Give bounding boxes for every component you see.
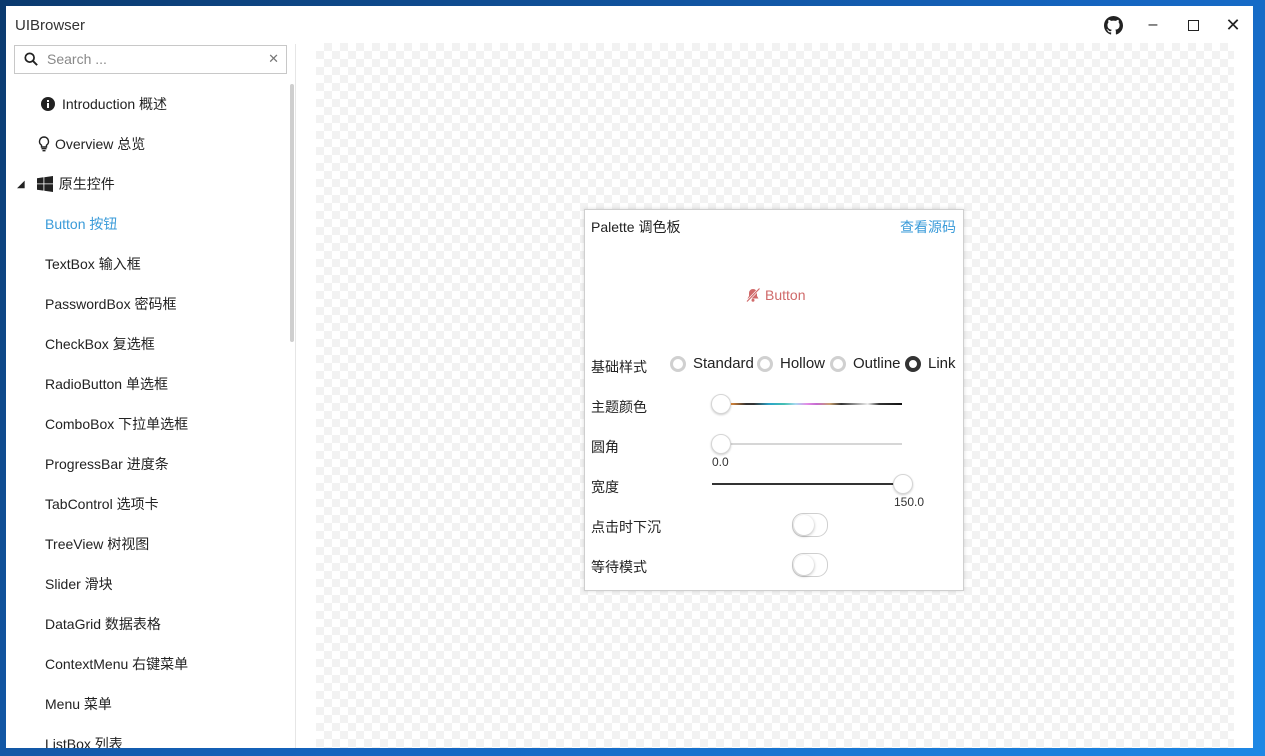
sidebar-item[interactable]: ComboBox 下拉单选框: [6, 404, 325, 444]
slider-track: [712, 403, 902, 405]
bell-off-icon: [746, 287, 761, 303]
style-standard-radio[interactable]: Standard: [670, 355, 754, 372]
info-icon: [40, 97, 56, 111]
preview-button[interactable]: Button: [745, 287, 805, 303]
corner-label: 圆角: [591, 439, 619, 455]
sidebar-item[interactable]: PasswordBox 密码框: [6, 284, 325, 324]
github-icon: [1103, 15, 1123, 35]
sidebar-item-label: ContextMenu 右键菜单: [45, 656, 189, 672]
width-label: 宽度: [591, 479, 619, 495]
style-link-radio[interactable]: Link: [905, 355, 956, 372]
sidebar-item-label: RadioButton 单选框: [45, 376, 168, 392]
sidebar-item[interactable]: TreeView 树视图: [6, 524, 325, 564]
maximize-button[interactable]: [1173, 6, 1213, 44]
sidebar-group-label: 原生控件: [58, 176, 115, 192]
sidebar-item-label: Overview 总览: [55, 136, 146, 152]
sidebar-item-label: DataGrid 数据表格: [45, 616, 161, 632]
sidebar-item-label: ProgressBar 进度条: [45, 456, 169, 472]
sidebar-item-label: Button 按钮: [45, 216, 118, 232]
preview-button-label: Button: [765, 287, 806, 303]
minimize-button[interactable]: –: [1133, 6, 1173, 44]
preview-area: Palette 调色板 查看源码 Button 基础样式 Standard Ho…: [316, 43, 1234, 748]
search-icon: [24, 52, 38, 66]
sidebar-item-label: TreeView 树视图: [45, 536, 150, 552]
sidebar-item-label: Introduction 概述: [62, 96, 168, 112]
sidebar-item[interactable]: Slider 滑块: [6, 564, 325, 604]
radio-label: Standard: [693, 355, 754, 372]
style-outline-radio[interactable]: Outline: [830, 355, 901, 372]
close-button[interactable]: ✕: [1213, 6, 1253, 44]
clear-search-icon[interactable]: ✕: [268, 51, 279, 67]
slider-thumb[interactable]: [711, 434, 731, 454]
sidebar-item-label: PasswordBox 密码框: [45, 296, 177, 312]
windows-icon: [36, 176, 53, 192]
sidebar-item-label: Menu 菜单: [45, 696, 112, 712]
sidebar-item[interactable]: Menu 菜单: [6, 684, 325, 724]
sidebar-item-label: TabControl 选项卡: [45, 496, 159, 512]
theme-color-label: 主题颜色: [591, 399, 647, 415]
lightbulb-icon: [36, 136, 52, 152]
slider-thumb[interactable]: [893, 474, 913, 494]
radio-label: Link: [928, 355, 956, 372]
toggle-knob: [794, 515, 814, 535]
sink-toggle[interactable]: [792, 513, 828, 537]
wait-mode-label: 等待模式: [591, 559, 647, 575]
title-bar: UIBrowser – ✕: [6, 6, 1253, 44]
sidebar-item-label: ListBox 列表: [45, 736, 123, 748]
radio-label: Outline: [853, 355, 901, 372]
style-hollow-radio[interactable]: Hollow: [757, 355, 825, 372]
sidebar-item-overview[interactable]: Overview 总览: [6, 124, 316, 164]
slider-thumb[interactable]: [711, 394, 731, 414]
sidebar-item[interactable]: ProgressBar 进度条: [6, 444, 325, 484]
slider-track: [712, 443, 902, 445]
slider-track: [712, 483, 902, 485]
sidebar-item[interactable]: TabControl 选项卡: [6, 484, 325, 524]
close-icon: ✕: [1225, 14, 1241, 35]
sidebar-item[interactable]: RadioButton 单选框: [6, 364, 325, 404]
sidebar-item[interactable]: Button 按钮: [6, 204, 325, 244]
view-source-link[interactable]: 查看源码: [900, 217, 956, 237]
maximize-icon: [1187, 19, 1199, 31]
width-value: 150.0: [894, 495, 925, 509]
minimize-icon: –: [1148, 16, 1158, 33]
radio-dot: [830, 355, 846, 372]
corner-value: 0.0: [712, 455, 729, 469]
theme-color-slider[interactable]: [711, 394, 912, 414]
sidebar-item-label: Slider 滑块: [45, 576, 113, 592]
card-title: Palette 调色板: [591, 219, 681, 235]
sidebar-item[interactable]: TextBox 输入框: [6, 244, 325, 284]
radio-dot: [757, 355, 773, 372]
sidebar-item-introduction[interactable]: Introduction 概述: [6, 84, 320, 124]
sidebar-item-label: ComboBox 下拉单选框: [45, 416, 189, 432]
radio-label: Hollow: [780, 355, 826, 372]
github-button[interactable]: [1093, 6, 1133, 44]
wait-mode-toggle[interactable]: [792, 553, 828, 577]
sidebar-item-label: CheckBox 复选框: [45, 336, 155, 352]
sidebar-item[interactable]: ContextMenu 右键菜单: [6, 644, 325, 684]
sink-label: 点击时下沉: [591, 519, 661, 535]
app-title: UIBrowser: [15, 17, 86, 34]
collapse-triangle-icon[interactable]: ◢: [17, 179, 25, 190]
toggle-knob: [794, 555, 814, 575]
app-window: UIBrowser – ✕ ✕ Introduction 概述 Overview…: [6, 6, 1253, 748]
corner-slider[interactable]: [711, 434, 912, 454]
width-slider[interactable]: [712, 474, 922, 494]
sidebar-item-label: TextBox 输入框: [45, 256, 141, 272]
sidebar-item[interactable]: ListBox 列表: [6, 724, 325, 748]
search-box: ✕: [14, 45, 287, 74]
sidebar-divider: [295, 44, 296, 748]
sidebar-item[interactable]: DataGrid 数据表格: [6, 604, 325, 644]
palette-card: Palette 调色板 查看源码 Button 基础样式 Standard Ho…: [584, 209, 964, 591]
sidebar-group-native-controls[interactable]: ◢ 原生控件: [6, 164, 297, 204]
search-input[interactable]: [47, 49, 267, 69]
sidebar-scrollbar[interactable]: [290, 84, 294, 342]
radio-dot: [670, 355, 686, 372]
style-label: 基础样式: [591, 359, 647, 375]
sidebar: ✕ Introduction 概述 Overview 总览 ◢ 原生控件 But…: [6, 44, 296, 748]
sidebar-item[interactable]: CheckBox 复选框: [6, 324, 325, 364]
radio-dot: [905, 355, 921, 372]
